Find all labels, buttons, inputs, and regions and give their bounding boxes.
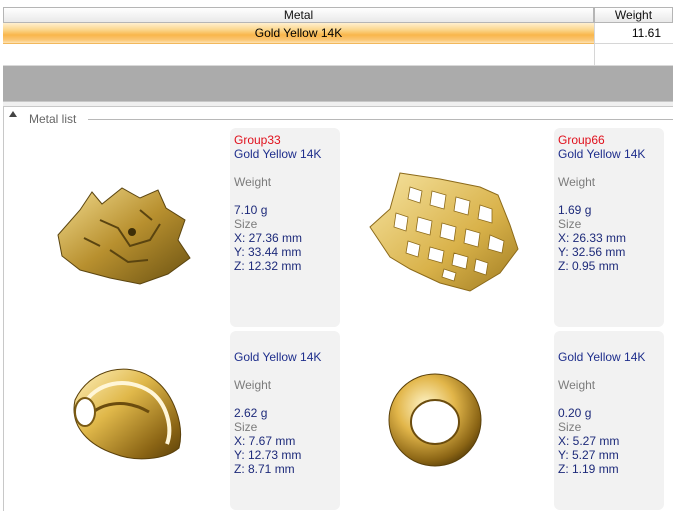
size-z: Z: 8.71 mm bbox=[234, 462, 295, 476]
weight-value: 7.10 g bbox=[234, 203, 268, 217]
grid-empty-area bbox=[3, 66, 673, 101]
weight-value: 2.62 g bbox=[234, 406, 268, 420]
metal-name: Gold Yellow 14K bbox=[234, 147, 322, 161]
size-x: X: 7.67 mm bbox=[234, 434, 296, 448]
geometric-mesh-pendant-thumbnail[interactable] bbox=[360, 165, 530, 295]
size-label: Size bbox=[234, 420, 258, 434]
metal-name: Gold Yellow 14K bbox=[234, 350, 322, 364]
weight-label: Weight bbox=[234, 175, 272, 189]
group-name bbox=[234, 336, 321, 350]
size-label: Size bbox=[558, 217, 582, 231]
group-divider-line bbox=[88, 119, 673, 120]
grid-row-weight-cell[interactable]: 11.61 bbox=[594, 23, 673, 44]
weight-label: Weight bbox=[558, 378, 596, 392]
grid-empty-row-metal[interactable] bbox=[3, 44, 594, 66]
bail-ring-thumbnail[interactable] bbox=[55, 350, 195, 470]
weight-value: 1.69 g bbox=[558, 203, 592, 217]
column-header-weight[interactable]: Weight bbox=[594, 7, 673, 23]
size-x: X: 26.33 mm bbox=[558, 231, 627, 245]
metal-name: Gold Yellow 14K bbox=[558, 350, 646, 364]
grid-row-metal-cell[interactable]: Gold Yellow 14K bbox=[3, 23, 594, 44]
size-z: Z: 0.95 mm bbox=[558, 259, 619, 273]
jump-ring-thumbnail[interactable] bbox=[385, 370, 485, 470]
metal-card-2[interactable]: Group66 Gold Yellow 14K Weight 1.69 g Si… bbox=[554, 128, 664, 327]
group-name: Group66 bbox=[558, 133, 605, 147]
collapse-triangle-icon[interactable] bbox=[9, 111, 17, 117]
group-name bbox=[558, 336, 645, 350]
size-x: X: 5.27 mm bbox=[558, 434, 620, 448]
size-y: Y: 32.56 mm bbox=[558, 245, 626, 259]
size-y: Y: 33.44 mm bbox=[234, 245, 302, 259]
size-label: Size bbox=[234, 217, 258, 231]
size-x: X: 27.36 mm bbox=[234, 231, 303, 245]
wolf-head-pendant-thumbnail[interactable] bbox=[40, 180, 200, 290]
size-y: Y: 12.73 mm bbox=[234, 448, 302, 462]
metal-card-3[interactable]: Gold Yellow 14K Weight 2.62 g Size X: 7.… bbox=[230, 331, 340, 510]
size-label: Size bbox=[558, 420, 582, 434]
grid-empty-row-weight[interactable] bbox=[594, 44, 673, 66]
metal-card-4[interactable]: Gold Yellow 14K Weight 0.20 g Size X: 5.… bbox=[554, 331, 664, 510]
weight-value: 0.20 g bbox=[558, 406, 592, 420]
weight-label: Weight bbox=[234, 378, 272, 392]
metal-list-title: Metal list bbox=[29, 112, 81, 126]
column-header-metal[interactable]: Metal bbox=[3, 7, 594, 23]
metal-card-1[interactable]: Group33 Gold Yellow 14K Weight 7.10 g Si… bbox=[230, 128, 340, 327]
weight-label: Weight bbox=[558, 175, 596, 189]
size-z: Z: 12.32 mm bbox=[234, 259, 302, 273]
size-z: Z: 1.19 mm bbox=[558, 462, 619, 476]
group-name: Group33 bbox=[234, 133, 281, 147]
size-y: Y: 5.27 mm bbox=[558, 448, 619, 462]
metal-name: Gold Yellow 14K bbox=[558, 147, 646, 161]
